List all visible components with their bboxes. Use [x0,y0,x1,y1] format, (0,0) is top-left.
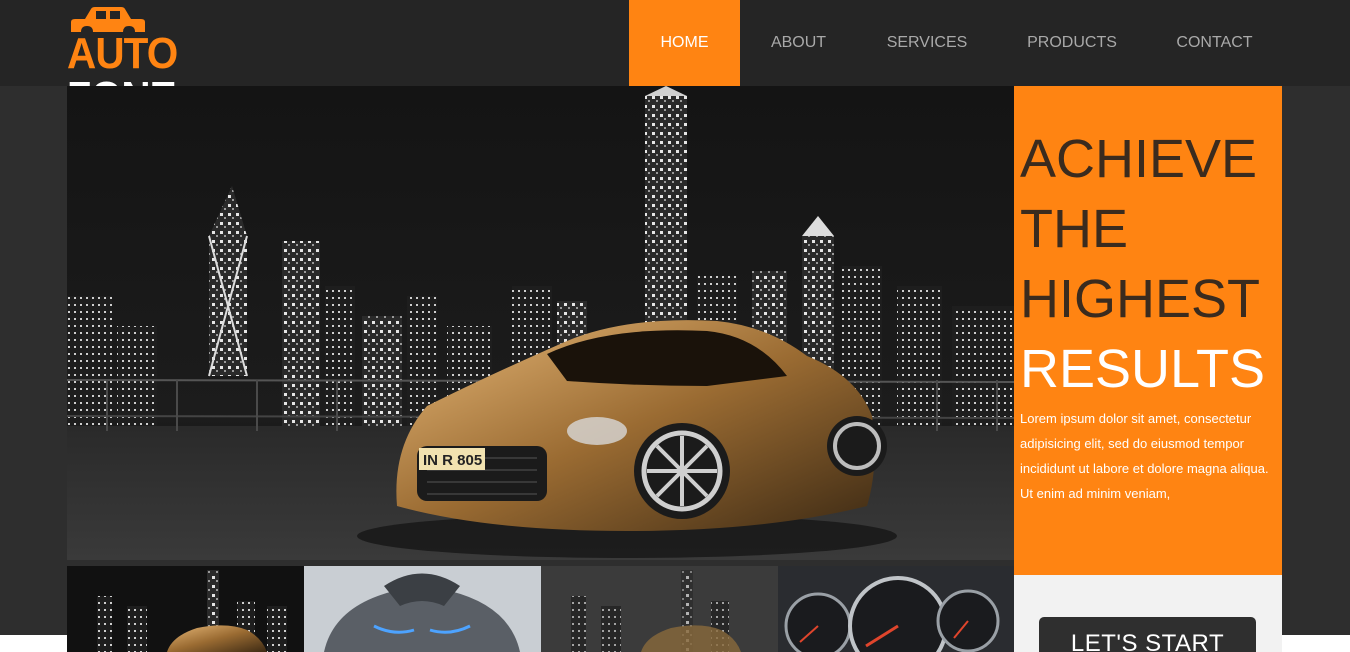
hero-image: IN R 805 [67,86,1014,560]
cta-area: LET'S START [1014,575,1282,652]
lets-start-button[interactable]: LET'S START [1039,617,1256,652]
promo-text: Lorem ipsum dolor sit amet, consectetur … [1020,411,1269,501]
promo-title: ACHIEVE THE HIGHEST RESULTS [1020,124,1282,404]
promo-title-line-4: RESULTS [1020,339,1266,399]
nav-contact[interactable]: CONTACT [1147,0,1282,86]
nav-about[interactable]: ABOUT [740,0,857,86]
thumb-speedometer[interactable] [778,566,1014,652]
main-nav: HOME ABOUT SERVICES PRODUCTS CONTACT [629,0,1282,86]
hero-slider[interactable]: IN R 805 [67,86,1014,560]
thumb-city-car[interactable] [67,566,304,652]
logo-auto: AUTO [67,29,178,78]
promo-title-line-1: ACHIEVE [1020,129,1258,189]
promo-title-line-2: THE [1020,199,1128,259]
footer-strip-right [1282,635,1350,652]
nav-products[interactable]: PRODUCTS [997,0,1147,86]
license-plate: IN R 805 [423,452,482,469]
thumb-city-car-2[interactable] [541,566,778,652]
thumbnail-strip [67,560,1014,652]
site-header: AUTO ZONE HOME ABOUT SERVICES PRODUCTS C… [0,0,1350,120]
logo[interactable]: AUTO ZONE [67,6,257,120]
promo-title-line-3: HIGHEST [1020,269,1261,329]
nav-home[interactable]: HOME [629,0,740,86]
footer-strip-left [0,635,67,652]
nav-services[interactable]: SERVICES [857,0,997,86]
promo-panel: ACHIEVE THE HIGHEST RESULTS Lorem ipsum … [1014,86,1282,575]
thumb-concept-car[interactable] [304,566,541,652]
